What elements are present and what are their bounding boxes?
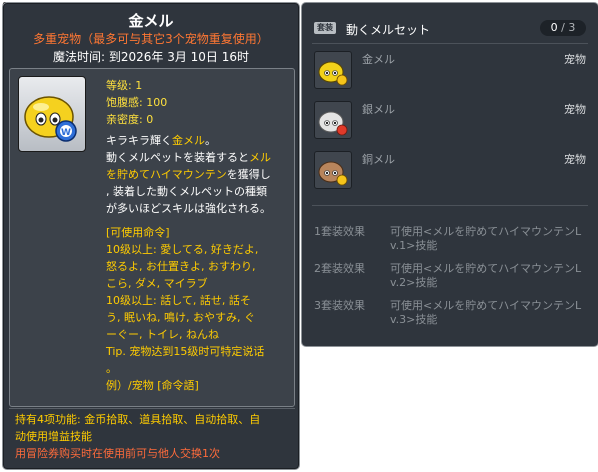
command-line: 怒るよ, お仕置きよ, おすわり, xyxy=(106,260,256,273)
desc-line: を貯めてハイマウンテンを獲得し xyxy=(106,166,292,183)
divider xyxy=(9,408,295,409)
set-count: 0 / 3 xyxy=(540,20,586,36)
set-count-separator: / xyxy=(557,21,569,34)
silver-mel-thumb xyxy=(314,101,352,139)
set-count-total: 3 xyxy=(568,21,576,34)
set-effect-label: 1套装效果 xyxy=(314,225,365,238)
set-effect-line: 可使用<メルを貯めてハイマウンテンL xyxy=(390,262,582,275)
set-effect-label: 2套装效果 xyxy=(314,262,365,275)
set-title: 動くメルセット xyxy=(346,23,431,37)
divider xyxy=(312,205,588,206)
desc-text: 。 xyxy=(205,134,216,147)
command-line: う, 眠いね, 鳴け, おやすみ, ぐ xyxy=(106,311,255,324)
abilities-line: 持有4项功能: 金币拾取、道具拾取、自动拾取、自 xyxy=(15,413,261,426)
set-item-type: 宠物 xyxy=(564,53,586,66)
set-item-type: 宠物 xyxy=(564,103,586,116)
divider xyxy=(312,43,588,44)
set-effect-value: 可使用<メルを貯めてハイマウンテンL v.2>技能 xyxy=(390,262,590,290)
silver-mel-icon xyxy=(318,111,348,136)
fullness-stat: 饱腹感: 100 xyxy=(106,96,168,109)
commands-header: [可使用命令] xyxy=(106,226,170,239)
desc-text: を獲得し xyxy=(226,168,271,181)
desc-line: 動くメルペットを装着するとメル xyxy=(106,149,292,166)
tooltip-footer: 持有4项功能: 金币拾取、道具拾取、自动拾取、自 动使用增益技能 用冒险券购买时… xyxy=(15,411,295,462)
usable-commands: [可使用命令] 10级以上: 愛してる, 好きだよ, 怒るよ, お仕置きよ, お… xyxy=(106,224,292,394)
level-stat: 等级: 1 xyxy=(106,79,143,92)
abilities-line: 动使用增益技能 xyxy=(15,430,92,443)
command-line: ーぐー, トイレ, ねんね xyxy=(106,328,219,341)
command-tip: 。 xyxy=(106,362,117,375)
set-effect-line: 可使用<メルを貯めてハイマウンテンL xyxy=(390,225,582,238)
set-effect-line: 可使用<メルを貯めてハイマウンテンL xyxy=(390,299,582,312)
desc-line: キラキラ輝く金メル。 xyxy=(106,132,292,149)
desc-highlight: 金メル xyxy=(172,134,205,147)
pet-description: キラキラ輝く金メル。 動くメルペットを装着するとメル を貯めてハイマウンテンを獲… xyxy=(106,132,292,217)
command-line: こら, ダメ, マイラブ xyxy=(106,277,208,290)
bronze-mel-icon xyxy=(318,161,348,186)
set-count-current: 0 xyxy=(550,21,558,34)
tooltip-body: W 等级: 1 饱腹感: 100 亲密度: 0 キラキラ輝く金メル。 動くメルペ… xyxy=(9,68,295,407)
set-badge: 套装 xyxy=(314,22,336,34)
gold-mel-thumb xyxy=(314,51,352,89)
desc-line: , 装着した動くメルペットの種類 xyxy=(106,183,292,200)
command-line: 10级以上: 愛してる, 好きだよ, xyxy=(106,243,259,256)
svg-text:W: W xyxy=(61,128,71,138)
desc-highlight: メル xyxy=(249,151,271,164)
command-tip: Tip. 宠物达到15级时可特定说话 xyxy=(106,345,265,358)
set-item-name: 銀メル xyxy=(362,103,395,116)
gold-mel-icon xyxy=(318,61,348,86)
command-line: 10级以上: 話して, 話せ, 話そ xyxy=(106,294,251,307)
pet-stats: 等级: 1 饱腹感: 100 亲密度: 0 xyxy=(106,77,167,128)
desc-highlight: を貯めてハイマウンテン xyxy=(106,168,227,181)
set-item-silver-mel[interactable]: 銀メル 宠物 xyxy=(314,99,592,141)
set-effect-line: v.3>技能 xyxy=(390,313,438,326)
pet-icon-frame: W xyxy=(18,76,86,152)
command-example: 例）/宠物 [命令語] xyxy=(106,379,199,392)
item-tooltip: 金メル 多重宠物（最多可与其它3个宠物重复使用） 魔法时间: 到2026年 3月… xyxy=(2,2,300,470)
bronze-mel-thumb xyxy=(314,151,352,189)
set-item-name: 銅メル xyxy=(362,153,395,166)
desc-text: が多いほどスキルは強化される。 xyxy=(106,202,271,215)
set-item-type: 宠物 xyxy=(564,153,586,166)
set-effect-value: 可使用<メルを貯めてハイマウンテンL v.1>技能 xyxy=(390,225,590,253)
gold-mel-pet-icon: W xyxy=(24,96,77,142)
set-effect-line: v.1>技能 xyxy=(390,239,438,252)
desc-text: 動くメルペットを装着すると xyxy=(106,151,249,164)
desc-text: キラキラ輝く xyxy=(106,134,172,147)
set-item-bronze-mel[interactable]: 銅メル 宠物 xyxy=(314,149,592,191)
desc-line: が多いほどスキルは強化される。 xyxy=(106,200,292,217)
set-panel: 套装 動くメルセット 0 / 3 金メル 宠物 銀メル 宠物 銅メル 宠物 1套… xyxy=(301,2,598,347)
set-item-name: 金メル xyxy=(362,53,395,66)
set-header: 套装 動くメルセット 0 / 3 xyxy=(314,20,586,38)
set-item-gold-mel[interactable]: 金メル 宠物 xyxy=(314,49,592,91)
magic-time: 魔法时间: 到2026年 3月 10日 16时 xyxy=(52,50,249,64)
item-title: 金メル xyxy=(128,12,174,30)
set-effect-label: 3套装效果 xyxy=(314,299,365,312)
desc-text: , 装着した動くメルペットの種類 xyxy=(106,185,267,198)
set-effect-value: 可使用<メルを貯めてハイマウンテンL v.3>技能 xyxy=(390,299,590,327)
trade-warning: 用冒险券购买时在使用前可与他人交换1次 xyxy=(15,447,220,460)
closeness-stat: 亲密度: 0 xyxy=(106,113,154,126)
set-effect-line: v.2>技能 xyxy=(390,276,438,289)
multi-pet-note: 多重宠物（最多可与其它3个宠物重复使用） xyxy=(33,32,269,46)
